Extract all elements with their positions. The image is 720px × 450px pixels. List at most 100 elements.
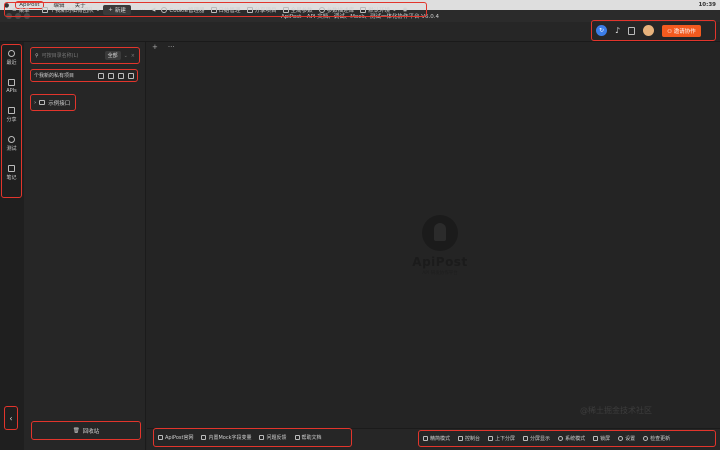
help-docs-link[interactable]: 帮助文档 — [294, 434, 322, 441]
sidebar-item-notes[interactable]: 笔记 — [6, 165, 17, 181]
folder-add-icon[interactable] — [108, 72, 114, 79]
menu-label: 菜单 — [18, 7, 30, 14]
invite-button[interactable]: ⚇ 邀请协作 — [662, 24, 701, 37]
invite-label: 邀请协作 — [673, 28, 696, 35]
apipost-site-link[interactable]: ApiPost官网 — [158, 434, 193, 441]
link-label: ApiPost官网 — [165, 435, 194, 441]
sidebar-item-test[interactable]: 测试 — [6, 136, 17, 152]
update-icon — [643, 436, 649, 441]
env-select[interactable]: 默认环境 ⌄ — [357, 6, 400, 14]
avatar[interactable] — [643, 25, 655, 36]
sidebar-item-label: APIs — [6, 88, 17, 94]
bottom-links: ApiPost官网 内置Mock字段变量 问题反馈 帮助文档 — [153, 428, 352, 447]
logo-subtitle: API 研发协作平台 — [422, 271, 458, 276]
document-icon[interactable] — [628, 26, 636, 35]
toolbar-right-group: ↻ ♪ ⚇ 邀请协作 — [591, 20, 716, 41]
sidebar-item-apis[interactable]: APIs — [6, 79, 17, 94]
gear-icon — [618, 436, 624, 441]
split-vertical-button[interactable]: 上下分屏 — [488, 435, 515, 442]
system-mode-button[interactable]: 系统模式 — [558, 435, 585, 442]
team-label: 个我新的私有团队 — [49, 7, 94, 14]
search-input[interactable]: 可按目录名称(L) — [42, 52, 79, 59]
cookie-label: Cookie管理器 — [169, 7, 205, 14]
tab-strip: + ··· — [147, 42, 720, 52]
console-button[interactable]: 控制台 — [458, 435, 480, 442]
clock-icon — [7, 50, 15, 57]
log-manager-button[interactable]: 日结管理 — [208, 6, 244, 14]
link-label: 问题反馈 — [266, 435, 287, 441]
chevron-down-icon[interactable]: ⌄ — [124, 53, 128, 59]
sync-icon[interactable]: ↻ — [596, 25, 607, 36]
database-icon — [318, 6, 325, 13]
control-label: 精简模式 — [430, 436, 451, 442]
compact-mode-button[interactable]: 精简模式 — [423, 435, 450, 442]
log-icon — [210, 6, 217, 13]
split-view-button[interactable]: 分屏显示 — [523, 435, 550, 442]
settings-button[interactable]: 设置 — [618, 435, 635, 442]
team-icon — [41, 6, 48, 13]
sidebar-nav: 最近 APIs 分享 测试 笔记 — [1, 44, 22, 198]
api-icon — [7, 79, 15, 86]
menu-button[interactable]: ≡ 菜单 — [9, 6, 33, 14]
sidebar-item-recent[interactable]: 最近 — [6, 50, 17, 66]
import-icon[interactable] — [118, 72, 124, 79]
project-name[interactable]: 个我新的私有项目 — [34, 72, 74, 79]
compact-icon — [423, 436, 428, 441]
filter-icon[interactable] — [128, 72, 134, 79]
bell-icon[interactable]: ♪ — [615, 26, 620, 35]
share-icon — [7, 107, 15, 114]
check-update-button[interactable]: 检查更新 — [643, 435, 670, 442]
search-icon: ⚲ — [35, 52, 39, 59]
chevron-right-icon: › — [34, 99, 37, 106]
sort-icon[interactable] — [98, 72, 104, 79]
collapse-sidebar-button[interactable]: ‹ — [4, 406, 18, 430]
global-params-button[interactable]: 全局参数 — [280, 6, 316, 14]
user-icon: ⚇ — [667, 28, 673, 35]
env-label: 默认环境 — [368, 7, 391, 14]
logo-name: ApiPost — [412, 255, 468, 269]
mock-vars-link[interactable]: 内置Mock字段变量 — [201, 434, 251, 441]
new-label: 新建 — [114, 7, 126, 14]
menu-icon: ≡ — [12, 6, 17, 13]
cookie-icon — [161, 6, 168, 13]
list-item-example-folder[interactable]: › 示例接口 — [30, 94, 76, 111]
sidebar-item-share[interactable]: 分享 — [6, 107, 17, 123]
more-button[interactable]: ··· — [137, 7, 148, 13]
feedback-link[interactable]: 问题反馈 — [259, 434, 287, 441]
global-label: 全局参数 — [290, 7, 313, 14]
chevron-down-icon: ⌄ — [95, 6, 101, 13]
back-button[interactable]: ◀ — [148, 7, 158, 13]
test-icon — [7, 136, 15, 143]
split-view-icon — [523, 436, 529, 441]
toolbar-main-group: ≡ 菜单 个我新的私有团队 ⌄ + 新建 ··· ◀ Cookie管理器 日结管… — [4, 2, 427, 17]
env-icon — [360, 6, 367, 13]
recycle-bin-button[interactable]: 🗑 回收站 — [31, 421, 141, 440]
recycle-label: 回收站 — [82, 428, 100, 435]
tab-more-button[interactable]: ··· — [168, 43, 175, 51]
apipost-logo-icon — [422, 215, 458, 251]
folder-label: 示例接口 — [48, 100, 71, 107]
control-label: 检查更新 — [650, 436, 671, 442]
log-label: 日结管理 — [218, 7, 241, 14]
eye-button[interactable]: ◉ — [400, 7, 411, 13]
mock-icon — [201, 435, 207, 440]
control-label: 设置 — [625, 436, 636, 442]
lock-screen-button[interactable]: 锁屏 — [593, 435, 610, 442]
search-bar: ⚲ 可按目录名称(L) 全部 ⌄ × — [30, 47, 140, 64]
db-label: 参数描述库 — [326, 7, 355, 14]
team-select[interactable]: 个我新的私有团队 ⌄ — [39, 6, 104, 14]
clear-icon[interactable]: × — [131, 53, 135, 59]
sidebar-item-label: 最近 — [6, 60, 17, 66]
bottom-controls: 精简模式 控制台 上下分屏 分屏显示 系统模式 锁屏 设置 检查更新 — [418, 430, 716, 447]
note-icon — [7, 165, 15, 172]
search-filter-select[interactable]: 全部 — [104, 51, 121, 60]
share-project-button[interactable]: 分享项目 — [244, 6, 280, 14]
theme-icon — [558, 436, 564, 441]
add-tab-button[interactable]: + — [152, 43, 158, 51]
cookie-manager-button[interactable]: Cookie管理器 — [158, 6, 207, 14]
sidebar-item-label: 分享 — [6, 117, 17, 123]
link-label: 内置Mock字段变量 — [208, 435, 252, 441]
control-label: 控制台 — [465, 436, 481, 442]
new-button[interactable]: + 新建 — [103, 4, 131, 15]
param-db-button[interactable]: 参数描述库 — [316, 6, 358, 14]
